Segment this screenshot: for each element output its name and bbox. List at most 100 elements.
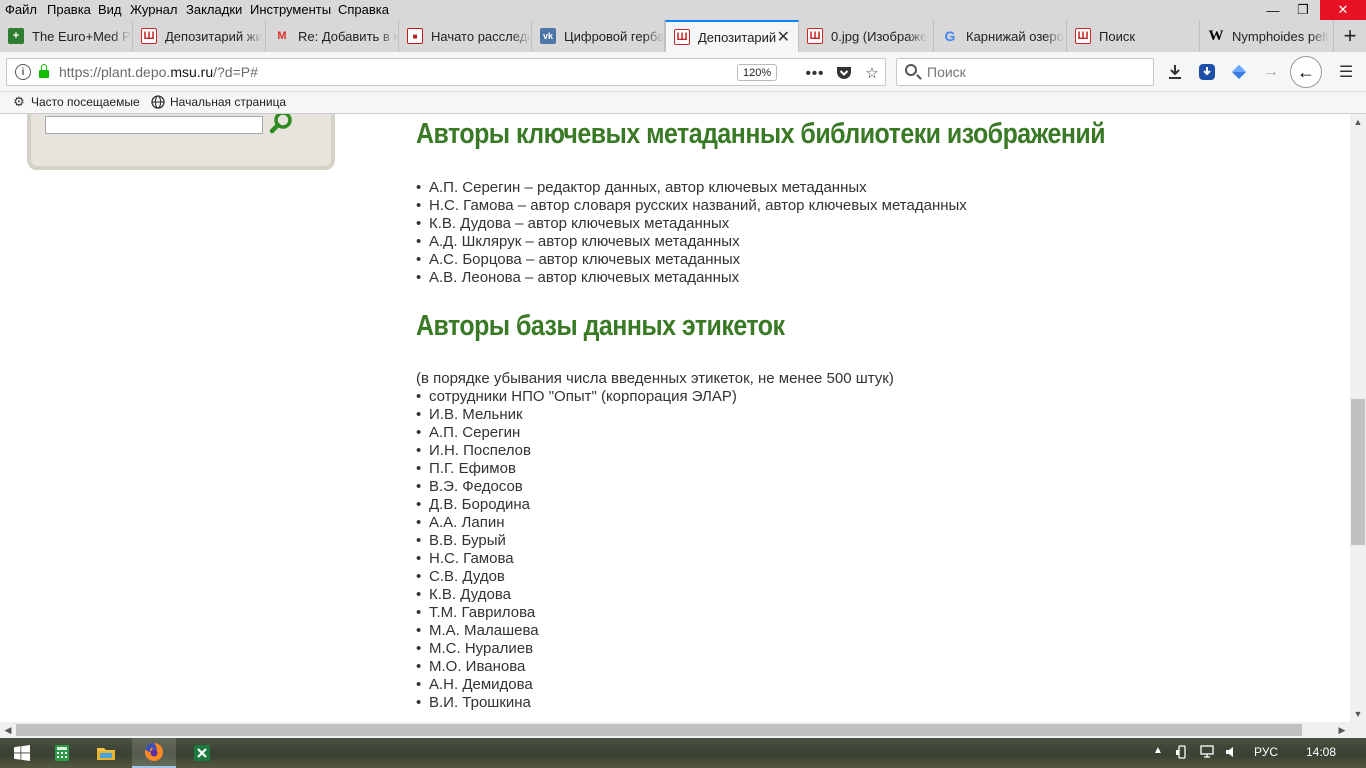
menu-tools[interactable]: Инструменты [250,2,331,17]
excel-icon [194,745,210,761]
tab-depo-active[interactable]: Ш Депозитарий ✕ [665,20,799,52]
volume-icon[interactable] [1225,745,1237,762]
tab-investigation[interactable]: ■ Начато расследо [399,20,532,52]
url-text[interactable]: https://plant.depo.msu.ru/?d=P# [59,64,258,80]
bookmark-label: Начальная страница [170,95,287,109]
page-actions-icon[interactable]: ••• [804,63,826,83]
tab-title: Re: Добавить в к [298,28,398,44]
list-item: А.Д. Шклярук – автор ключевых метаданных [416,233,967,251]
depo-icon: Ш [674,29,690,45]
taskbar-calculator[interactable] [40,738,84,768]
close-tab-icon[interactable]: ✕ [777,27,790,47]
list-item: Н.С. Гамова – автор словаря русских назв… [416,197,967,215]
scroll-down-icon[interactable]: ▼ [1350,706,1366,722]
tab-wikipedia[interactable]: W Nymphoides pelt [1200,20,1334,52]
list-item: Н.С. Гамова [416,550,737,568]
restore-button[interactable]: ❐ [1288,0,1318,20]
vertical-scroll-thumb[interactable] [1351,399,1365,545]
label-db-authors-heading: Авторы базы данных этикеток [416,310,785,342]
tab-google[interactable]: G Карнижай озеро [934,20,1067,52]
scroll-up-icon[interactable]: ▲ [1350,114,1366,130]
close-window-button[interactable]: ✕ [1320,0,1366,20]
scroll-right-icon[interactable]: ▶ [1334,722,1350,738]
tray-device-icon[interactable] [1175,745,1189,762]
menu-edit[interactable]: Правка [47,2,91,17]
list-item: М.С. Нуралиев [416,640,737,658]
sidebar-search-panel [27,114,335,170]
downloads-icon[interactable] [1163,60,1187,84]
vertical-scrollbar[interactable]: ▲ ▼ [1350,114,1366,722]
list-item: В.И. Трошкина [416,694,737,712]
minimize-button[interactable]: — [1258,0,1288,20]
bookmark-star-icon[interactable]: ☆ [861,63,883,83]
page-content: Авторы ключевых метаданных библиотеки из… [0,114,1350,722]
taskbar-excel[interactable] [180,738,224,768]
label-db-authors-list: сотрудники НПО "Опыт" (корпорация ЭЛАР) … [416,388,737,712]
vk-icon: vk [540,28,556,44]
hamburger-menu-icon[interactable]: ☰ [1334,60,1358,84]
network-icon[interactable] [1199,745,1215,762]
menu-view[interactable]: Вид [98,2,122,17]
tab-title: Начато расследо [431,28,531,44]
zoom-level-badge[interactable]: 120% [737,64,778,81]
list-item: М.О. Иванова [416,658,737,676]
tray-expand-icon[interactable]: ▲ [1153,745,1163,756]
info-icon[interactable]: i [15,64,31,80]
list-item: И.Н. Поспелов [416,442,737,460]
address-bar[interactable]: i https://plant.depo.msu.ru/?d=P# 120% •… [6,58,886,86]
menu-help[interactable]: Справка [338,2,389,17]
label-db-note: (в порядке убывания числа введенных этик… [416,370,894,387]
tab-depo-1[interactable]: Ш Депозитарий жи [133,20,266,52]
clock[interactable]: 14:08 [1306,745,1336,759]
forward-arrow-icon[interactable]: → [1259,60,1283,84]
extension-shield-icon[interactable] [1227,60,1251,84]
menu-bookmarks[interactable]: Закладки [186,2,242,17]
list-item: А.В. Леонова – автор ключевых метаданных [416,269,967,287]
list-item: А.Н. Демидова [416,676,737,694]
tab-image[interactable]: Ш 0.jpg (Изображе [799,20,934,52]
back-button[interactable]: ← [1290,56,1322,88]
start-button[interactable] [0,738,44,768]
list-item: В.Э. Федосов [416,478,737,496]
search-box[interactable] [896,58,1154,86]
tab-vk[interactable]: vk Цифровой герба [532,20,665,52]
tab-strip: + The Euro+Med P Ш Депозитарий жи M Re: … [0,20,1366,52]
tab-title: The Euro+Med P [32,28,131,44]
tab-euromed[interactable]: + The Euro+Med P [0,20,133,52]
pocket-icon[interactable] [833,63,855,83]
search-icon [905,64,917,76]
tab-gmail[interactable]: M Re: Добавить в к [266,20,399,52]
tab-title: Карнижай озеро [966,28,1064,44]
taskbar-file-explorer[interactable] [84,738,128,768]
language-indicator[interactable]: РУС [1254,745,1278,759]
tab-title: Цифровой герба [564,28,664,44]
list-item: А.А. Лапин [416,514,737,532]
extension-download-icon[interactable] [1195,60,1219,84]
scroll-left-icon[interactable]: ◀ [0,722,16,738]
bookmarks-bar: ⚙ Часто посещаемые Начальная страница [0,92,1366,114]
list-item: Д.В. Бородина [416,496,737,514]
euromed-icon: + [8,28,24,44]
menu-file[interactable]: Файл [5,2,37,17]
horizontal-scrollbar[interactable]: ◀ ▶ [0,722,1350,738]
horizontal-scroll-thumb[interactable] [16,724,1302,736]
list-item: С.В. Дудов [416,568,737,586]
tab-search[interactable]: Ш Поиск [1067,20,1200,52]
depo-icon: Ш [1075,28,1091,44]
sidebar-search-input[interactable] [45,116,263,134]
bookmark-most-visited[interactable]: ⚙ Часто посещаемые [12,94,139,109]
menu-bar: Файл Правка Вид Журнал Закладки Инструме… [0,0,1366,20]
globe-icon [151,95,165,109]
search-input[interactable] [927,62,1147,82]
taskbar-firefox[interactable] [132,738,176,768]
list-item: В.В. Бурый [416,532,737,550]
menu-history[interactable]: Журнал [130,2,177,17]
list-item: К.В. Дудова [416,586,737,604]
new-tab-button[interactable]: + [1334,20,1366,52]
lock-icon [39,64,49,78]
gmail-icon: M [277,30,287,42]
list-item: А.П. Серегин – редактор данных, автор кл… [416,179,967,197]
google-icon: G [944,28,956,44]
bookmark-home-page[interactable]: Начальная страница [151,95,286,109]
search-icon[interactable] [269,114,293,134]
